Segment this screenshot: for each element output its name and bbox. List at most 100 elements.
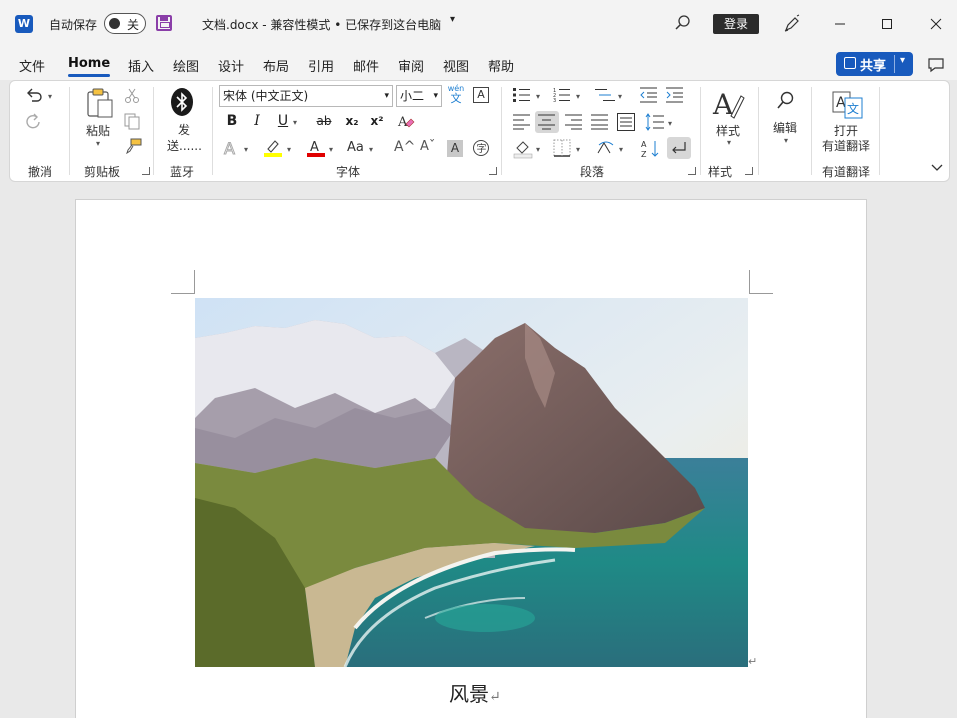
edit-label[interactable]: 编辑 <box>773 119 797 136</box>
bluetooth-icon[interactable] <box>170 87 194 117</box>
landscape-image[interactable] <box>195 298 748 667</box>
youdao-name-label[interactable]: 有道翻译 <box>822 137 870 154</box>
chevron-down-icon[interactable]: ▾ <box>244 145 248 154</box>
chevron-down-icon[interactable]: ▾ <box>576 92 580 101</box>
increase-indent-icon[interactable] <box>666 87 684 103</box>
paste-icon[interactable] <box>85 87 115 119</box>
tab-draw[interactable]: 绘图 <box>173 56 199 75</box>
collapse-ribbon-icon[interactable] <box>930 163 944 173</box>
format-painter-icon[interactable] <box>124 138 142 154</box>
superscript-button[interactable]: x² <box>367 111 387 131</box>
char-border-button[interactable]: A <box>473 87 489 103</box>
document-page[interactable]: ↵ 风景↵ <box>75 199 867 718</box>
redo-icon[interactable] <box>24 112 44 132</box>
styles-icon[interactable]: A <box>711 88 745 120</box>
font-size-select[interactable]: 小二 ▾ <box>396 85 442 107</box>
italic-button[interactable]: I <box>247 111 267 131</box>
chevron-down-icon[interactable]: ▾ <box>287 145 291 154</box>
font-color-icon[interactable]: A <box>306 138 326 158</box>
chevron-down-icon[interactable]: ▾ <box>668 119 672 128</box>
enclose-char-icon[interactable]: 字 <box>472 139 490 157</box>
styles-label[interactable]: 样式 <box>716 122 740 139</box>
clear-formatting-icon[interactable]: A <box>396 112 416 132</box>
strikethrough-button[interactable]: ab <box>314 111 334 131</box>
chevron-down-icon[interactable]: ▾ <box>450 14 455 25</box>
distributed-icon[interactable] <box>617 113 635 131</box>
send-label-1[interactable]: 发 <box>178 121 190 138</box>
align-left-icon[interactable] <box>513 114 531 130</box>
chevron-down-icon[interactable]: ▾ <box>576 145 580 154</box>
document-title[interactable]: 文档.docx - 兼容性模式 • 已保存到这台电脑 <box>202 16 441 33</box>
image-caption[interactable]: 风景↵ <box>449 678 501 707</box>
chevron-down-icon[interactable]: ▾ <box>536 145 540 154</box>
font-name-select[interactable]: 宋体 (中文正文) ▾ <box>219 85 393 107</box>
chevron-down-icon[interactable]: ▾ <box>384 86 389 106</box>
tab-view[interactable]: 视图 <box>443 56 469 75</box>
tab-layout[interactable]: 布局 <box>263 56 289 75</box>
tab-references[interactable]: 引用 <box>308 56 334 75</box>
numbering-icon[interactable]: 1 2 3 <box>553 87 571 103</box>
pen-icon[interactable] <box>782 14 802 34</box>
show-marks-button[interactable] <box>667 137 691 159</box>
phonetic-guide-button[interactable]: wén 文 <box>447 84 465 105</box>
find-icon[interactable] <box>776 90 796 112</box>
tab-insert[interactable]: 插入 <box>128 56 154 75</box>
cut-icon[interactable] <box>124 88 140 104</box>
clipboard-launcher[interactable] <box>142 167 150 175</box>
chevron-down-icon[interactable]: ▾ <box>48 92 52 101</box>
highlight-icon[interactable] <box>263 138 283 158</box>
close-button[interactable] <box>924 12 948 36</box>
tab-design[interactable]: 设计 <box>218 56 244 75</box>
asian-layout-icon[interactable] <box>596 139 616 157</box>
line-spacing-icon[interactable] <box>645 113 665 131</box>
tab-file[interactable]: 文件 <box>19 56 45 75</box>
chevron-down-icon[interactable]: ▾ <box>900 55 905 66</box>
login-button[interactable]: 登录 <box>713 14 759 34</box>
underline-button[interactable]: U <box>273 111 293 131</box>
subscript-button[interactable]: x₂ <box>342 111 362 131</box>
shading-icon[interactable] <box>513 139 533 159</box>
undo-icon[interactable] <box>24 87 44 105</box>
char-shading-button[interactable]: A <box>447 140 463 157</box>
decrease-indent-icon[interactable] <box>640 87 658 103</box>
styles-launcher[interactable] <box>745 167 753 175</box>
align-center-button[interactable] <box>535 111 559 133</box>
autosave-toggle[interactable]: 关 <box>104 13 146 34</box>
chevron-down-icon[interactable]: ▾ <box>536 92 540 101</box>
tab-review[interactable]: 审阅 <box>398 56 424 75</box>
chevron-down-icon[interactable]: ▾ <box>96 139 100 148</box>
minimize-button[interactable] <box>828 12 852 36</box>
bold-button[interactable]: B <box>222 111 242 131</box>
justify-icon[interactable] <box>591 114 609 130</box>
chevron-down-icon[interactable]: ▾ <box>369 145 373 154</box>
chevron-down-icon[interactable]: ▾ <box>619 145 623 154</box>
chevron-down-icon[interactable]: ▾ <box>433 86 438 106</box>
send-label-2[interactable]: 送...... <box>167 137 202 154</box>
bullets-icon[interactable] <box>513 87 531 103</box>
save-icon[interactable] <box>156 15 172 31</box>
change-case-button[interactable]: Aa <box>347 140 364 155</box>
tab-mailings[interactable]: 邮件 <box>353 56 379 75</box>
maximize-button[interactable] <box>875 12 899 36</box>
chevron-down-icon[interactable]: ▾ <box>784 136 788 145</box>
paragraph-launcher[interactable] <box>688 167 696 175</box>
multilevel-list-icon[interactable] <box>595 87 615 103</box>
text-effects-icon[interactable]: A <box>222 138 242 159</box>
chevron-down-icon[interactable]: ▾ <box>618 92 622 101</box>
chevron-down-icon[interactable]: ▾ <box>727 138 731 147</box>
sort-icon[interactable]: AZ <box>641 139 661 159</box>
search-icon[interactable] <box>674 14 692 32</box>
share-button[interactable]: 共享 ▾ <box>836 52 913 76</box>
shrink-font-button[interactable]: Aˇ <box>420 139 435 154</box>
comment-icon[interactable] <box>926 55 946 75</box>
align-right-icon[interactable] <box>565 114 583 130</box>
chevron-down-icon[interactable]: ▾ <box>329 145 333 154</box>
tab-help[interactable]: 帮助 <box>488 56 514 75</box>
font-launcher[interactable] <box>489 167 497 175</box>
grow-font-button[interactable]: A^ <box>394 139 415 155</box>
tab-home[interactable]: Home <box>68 56 111 77</box>
borders-icon[interactable] <box>553 139 571 157</box>
translate-icon[interactable]: A 文 <box>832 88 864 120</box>
copy-icon[interactable] <box>124 113 140 130</box>
paste-label[interactable]: 粘贴 <box>86 122 110 139</box>
